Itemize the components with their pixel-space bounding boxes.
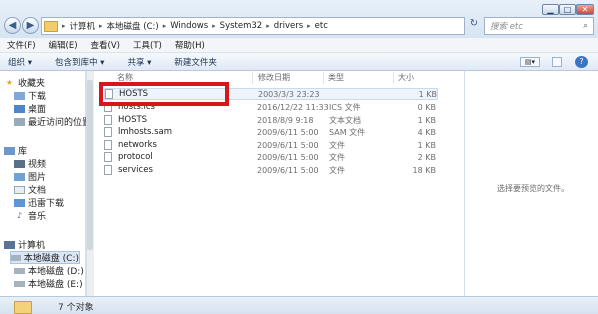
command-bar: 组织 ▾ 包含到库中 ▾ 共享 ▾ 新建文件夹 [0, 53, 598, 71]
breadcrumb-computer[interactable]: 计算机 [67, 20, 99, 32]
menu-tools[interactable]: 工具(T) [133, 39, 162, 51]
forward-arrow-icon: ▶ [26, 19, 35, 31]
preview-placeholder-text: 选择要预览的文件。 [497, 184, 569, 193]
thunder-download-icon [14, 198, 25, 207]
item-count: 7 个对象 [58, 303, 94, 313]
menu-edit[interactable]: 编辑(E) [49, 39, 78, 51]
address-bar[interactable]: ▸ 计算机 ▸ 本地磁盘 (C:) ▸ Windows ▸ System32 ▸… [41, 17, 465, 35]
breadcrumb-drivers[interactable]: drivers [271, 21, 306, 31]
documents-icon [14, 185, 25, 194]
computer-icon [4, 240, 15, 249]
breadcrumb-etc[interactable]: etc [312, 21, 331, 31]
nav-item-pictures[interactable]: 图片 [14, 170, 46, 183]
nav-item-recent[interactable]: 最近访问的位置 [14, 115, 91, 128]
breadcrumb-system32[interactable]: System32 [217, 21, 266, 31]
star-icon: ★ [5, 78, 14, 87]
file-icon [104, 165, 112, 175]
column-header-size[interactable]: 大小 [398, 72, 414, 84]
breadcrumb-drive-c[interactable]: 本地磁盘 (C:) [104, 20, 162, 32]
file-row[interactable]: HOSTS 2018/8/9 9:18 文本文档 1 KB [104, 114, 438, 126]
pictures-icon [14, 172, 25, 181]
file-icon [104, 152, 112, 162]
nav-libraries[interactable]: 库 [4, 144, 27, 157]
video-icon [14, 159, 25, 168]
minimize-button[interactable]: ▁ [542, 4, 559, 15]
menu-view[interactable]: 查看(V) [91, 39, 120, 51]
view-options-icon[interactable]: ▤▾ [520, 57, 540, 67]
recent-places-icon [14, 117, 25, 126]
nav-item-music[interactable]: ♪ 音乐 [14, 209, 46, 222]
search-input[interactable]: 搜索 etc ⌕ [484, 17, 594, 35]
back-button[interactable]: ◀ [4, 17, 21, 34]
nav-item-videos[interactable]: 视频 [14, 157, 46, 170]
menu-help[interactable]: 帮助(H) [175, 39, 205, 51]
menu-file[interactable]: 文件(F) [7, 39, 36, 51]
nav-favorites[interactable]: ★ 收藏夹 [4, 76, 45, 89]
close-button[interactable]: ✕ [576, 4, 594, 15]
maximize-button[interactable]: □ [559, 4, 576, 15]
nav-item-documents[interactable]: 文档 [14, 183, 46, 196]
file-icon [104, 140, 112, 150]
refresh-icon[interactable]: ↻ [467, 18, 481, 34]
search-icon: ⌕ [583, 21, 588, 31]
folder-icon [14, 301, 32, 314]
drive-icon [14, 267, 25, 274]
drive-icon [14, 280, 25, 287]
nav-item-drive-c[interactable]: 本地磁盘 (C:) [10, 251, 80, 264]
music-icon: ♪ [16, 211, 23, 220]
forward-button[interactable]: ▶ [22, 17, 39, 34]
file-row[interactable]: protocol 2009/6/11 5:00 文件 2 KB [104, 151, 438, 163]
organize-button[interactable]: 组织 ▾ [8, 56, 32, 68]
nav-item-thunder-downloads[interactable]: 迅雷下载 [14, 196, 64, 209]
library-icon [4, 146, 15, 155]
folder-icon [44, 20, 58, 32]
file-row[interactable]: lmhosts.sam 2009/6/11 5:00 SAM 文件 4 KB [104, 126, 438, 138]
desktop-icon [14, 104, 25, 113]
file-row[interactable]: networks 2009/6/11 5:00 文件 1 KB [104, 139, 438, 151]
menu-bar: 文件(F) 编辑(E) 查看(V) 工具(T) 帮助(H) [0, 38, 598, 53]
nav-item-drive-e[interactable]: 本地磁盘 (E:) [14, 277, 83, 290]
search-placeholder: 搜索 etc [490, 22, 523, 32]
nav-computer[interactable]: 计算机 [4, 238, 45, 251]
drive-icon [11, 254, 21, 261]
nav-scrollbar-thumb[interactable] [87, 80, 93, 250]
text-file-icon [104, 115, 112, 125]
downloads-folder-icon [14, 91, 25, 100]
column-header-date[interactable]: 修改日期 [258, 72, 290, 84]
help-icon[interactable]: ? [575, 56, 588, 68]
nav-item-downloads[interactable]: 下载 [14, 89, 46, 102]
file-row[interactable]: services 2009/6/11 5:00 文件 18 KB [104, 164, 438, 176]
breadcrumb-windows[interactable]: Windows [167, 21, 211, 31]
nav-item-drive-d[interactable]: 本地磁盘 (D:) [14, 264, 84, 277]
share-button[interactable]: 共享 ▾ [127, 56, 151, 68]
preview-pane-icon[interactable] [552, 57, 562, 67]
include-in-library-button[interactable]: 包含到库中 ▾ [55, 56, 104, 68]
back-arrow-icon: ◀ [8, 19, 17, 31]
nav-item-desktop[interactable]: 桌面 [14, 102, 46, 115]
column-header-type[interactable]: 类型 [328, 72, 344, 84]
highlight-annotation-box [99, 82, 229, 106]
new-folder-button[interactable]: 新建文件夹 [174, 56, 217, 68]
file-icon [104, 127, 112, 137]
